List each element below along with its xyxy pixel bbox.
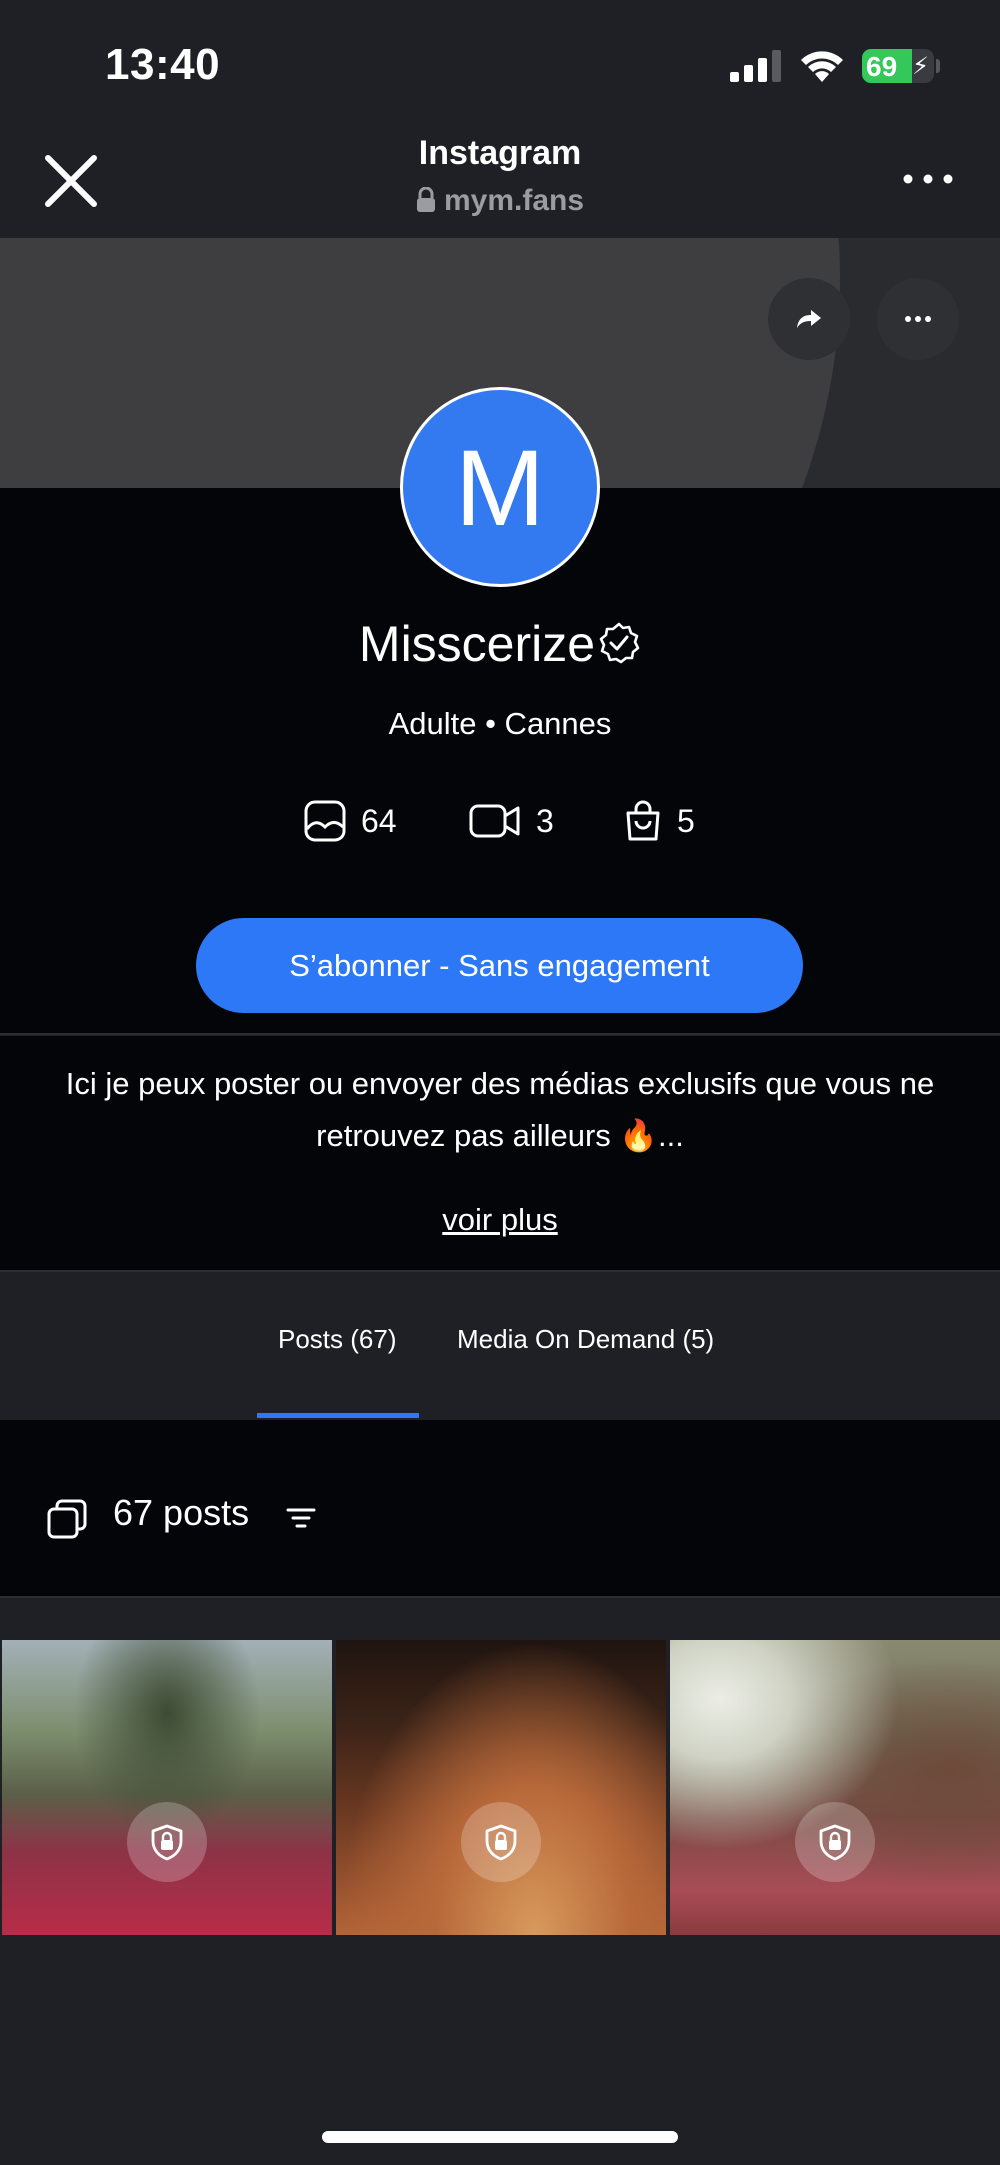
status-bar: 13:40 69 ⚡ (0, 0, 1000, 120)
shield-lock-icon (819, 1824, 851, 1861)
post-tile[interactable] (336, 1640, 666, 1935)
posts-stack-icon (47, 1499, 87, 1539)
profile-more-button[interactable] (877, 278, 959, 360)
divider (0, 1033, 1000, 1035)
share-icon (797, 310, 821, 328)
see-more-link[interactable]: voir plus (0, 1202, 1000, 1238)
share-button[interactable] (768, 278, 850, 360)
verified-badge-icon (599, 622, 640, 664)
post-tile[interactable] (2, 1640, 332, 1935)
status-time: 13:40 (105, 40, 221, 89)
home-indicator[interactable] (322, 2131, 678, 2143)
stat-photos-count: 64 (361, 802, 397, 839)
content-tabs: Posts (67) Media On Demand (5) (0, 1272, 1000, 1418)
post-tile[interactable] (670, 1640, 1000, 1935)
tab-posts[interactable]: Posts (67) (278, 1324, 397, 1355)
subscribe-button[interactable]: S’abonner - Sans engagement (196, 918, 803, 1013)
avatar[interactable]: M (400, 387, 600, 587)
posts-header: 67 posts (0, 1420, 1000, 1596)
stat-products-count: 5 (677, 802, 695, 839)
filter-icon[interactable] (286, 1506, 316, 1530)
stat-videos-count: 3 (536, 802, 554, 839)
locked-post-badge (795, 1802, 875, 1882)
bio-text: Ici je peux poster ou envoyer des médias… (65, 1066, 935, 1153)
bio-section: Ici je peux poster ou envoyer des médias… (0, 1036, 1000, 1271)
browser-url: mym.fans (443, 184, 585, 217)
video-icon (469, 804, 520, 838)
shield-lock-icon (151, 1824, 183, 1861)
tab-media-on-demand[interactable]: Media On Demand (5) (457, 1324, 714, 1355)
battery-charging-icon: 69 ⚡ (862, 49, 934, 83)
locked-post-badge (127, 1802, 207, 1882)
stat-products: 5 (623, 796, 695, 846)
posts-count: 67 posts (113, 1492, 250, 1533)
browser-url-row[interactable]: mym.fans (0, 184, 1000, 218)
lock-icon (416, 187, 435, 212)
signal-icon (730, 50, 781, 82)
shopping-bag-icon (626, 800, 660, 841)
battery-cap (936, 59, 940, 73)
profile-stats: 64 3 5 (0, 796, 1000, 846)
browser-title: Instagram (418, 134, 582, 172)
wifi-icon (801, 51, 843, 82)
bolt-icon: ⚡ (912, 53, 929, 80)
more-icon[interactable] (898, 164, 958, 194)
more-icon (905, 316, 931, 322)
profile-name: Misscerize (358, 616, 596, 672)
battery-level: 69 (866, 51, 898, 82)
locked-post-badge (461, 1802, 541, 1882)
posts-grid (0, 1638, 1000, 1935)
browser-header: Instagram mym.fans (0, 120, 1000, 238)
divider (0, 1596, 1000, 1598)
stat-videos: 3 (468, 796, 554, 846)
photo-icon (304, 800, 346, 842)
stat-photos: 64 (303, 796, 397, 846)
active-tab-indicator (257, 1413, 419, 1418)
profile-name-row: Misscerize (0, 615, 1000, 673)
profile-subtitle: Adulte • Cannes (388, 706, 612, 741)
shield-lock-icon (485, 1824, 517, 1861)
